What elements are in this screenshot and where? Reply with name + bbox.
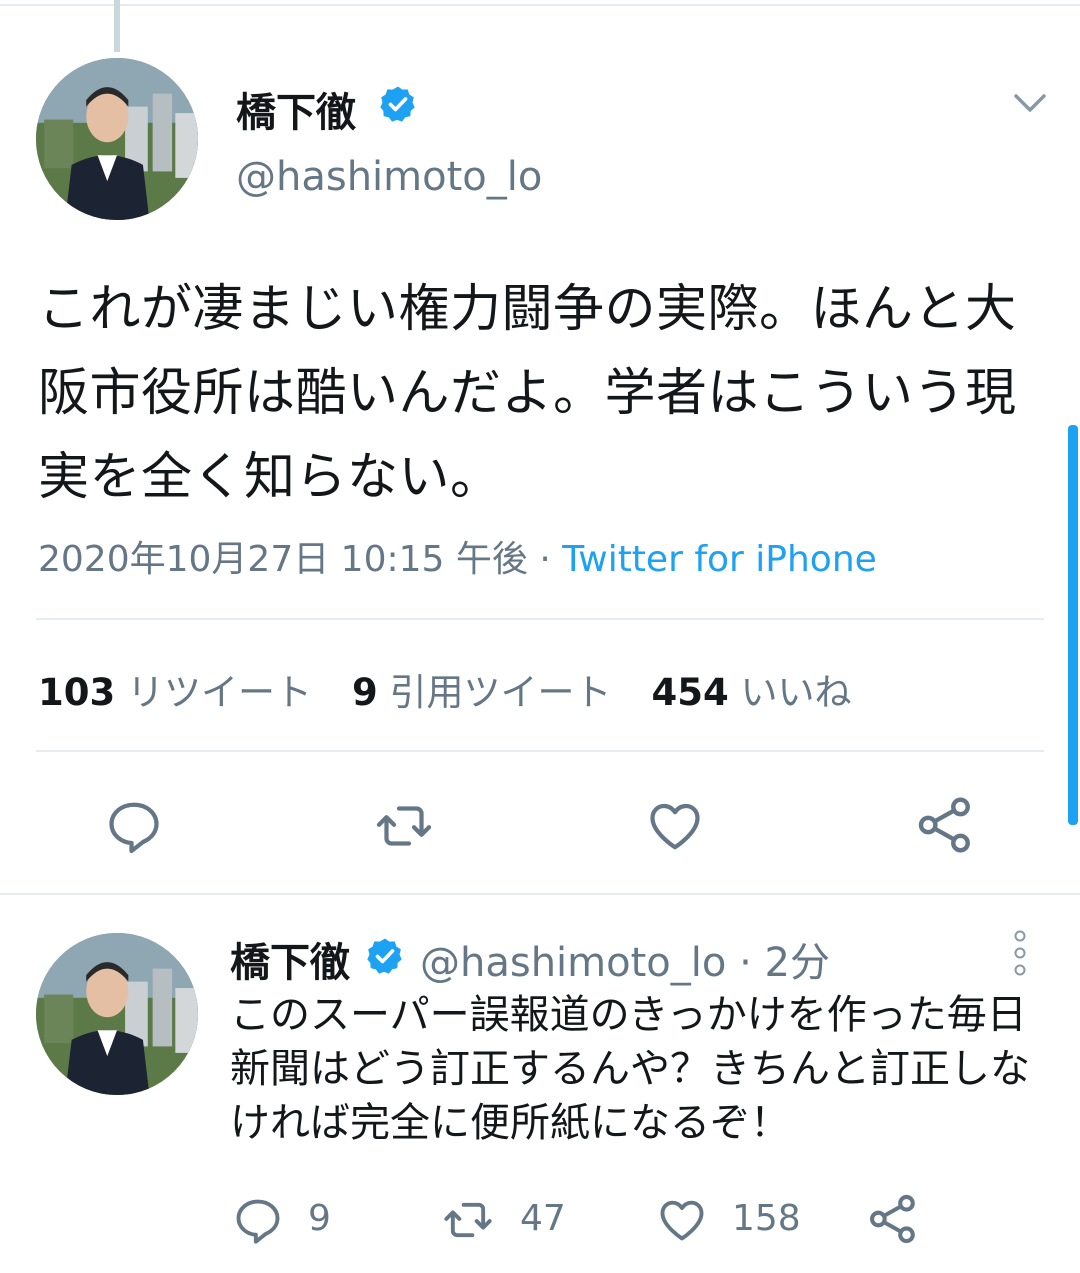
meta-separator: · <box>527 539 563 580</box>
avatar-photo <box>36 58 198 220</box>
user-handle-and-time[interactable]: @hashimoto_lo · 2分 <box>420 930 830 988</box>
retweets-count: 103 <box>38 671 116 714</box>
retweets-stat[interactable]: 103 リツイート <box>38 671 312 714</box>
heart-icon[interactable] <box>656 1194 708 1250</box>
heart-icon[interactable] <box>645 796 705 860</box>
avatar[interactable] <box>36 933 198 1095</box>
chevron-down-icon[interactable] <box>1010 88 1050 118</box>
reply-count: 9 <box>308 1198 331 1239</box>
retweet-icon[interactable] <box>440 1194 496 1250</box>
scrollbar[interactable] <box>1068 425 1078 825</box>
quotes-label: 引用ツイート <box>389 671 612 714</box>
user-handle[interactable]: @hashimoto_lo <box>236 154 542 200</box>
tweet-timestamp[interactable]: 2020年10月27日 10:15 午後 <box>38 539 528 580</box>
tweet-text: このスーパー誤報道のきっかけを作った毎日新聞はどう訂正するんや？きちんと訂正しな… <box>230 992 1030 1146</box>
thread-connector-line <box>114 0 120 52</box>
avatar-photo <box>36 933 198 1095</box>
reply-icon[interactable] <box>104 796 164 860</box>
likes-label: いいね <box>740 671 852 714</box>
verified-badge-icon <box>365 936 405 976</box>
tweet-detail-page: 橋下徹 @hashimoto_lo これが凄まじい権力闘争の実際。ほんと大阪市役… <box>0 0 1080 1273</box>
quotes-count: 9 <box>352 671 378 714</box>
tweet-text: これが凄まじい権力闘争の実際。ほんと大阪市役所は酷いんだよ。学者はこういう現実を… <box>38 280 1017 507</box>
divider <box>36 750 1044 752</box>
retweet-count: 47 <box>520 1198 566 1239</box>
display-name[interactable]: 橋下徹 <box>230 930 350 988</box>
retweets-label: リツイート <box>127 671 312 714</box>
likes-count: 454 <box>651 671 729 714</box>
likes-stat[interactable]: 454 いいね <box>652 671 852 714</box>
top-divider <box>0 4 1080 6</box>
share-icon[interactable] <box>866 1192 920 1250</box>
share-icon[interactable] <box>914 794 976 860</box>
quotes-stat[interactable]: 9 引用ツイート <box>352 671 612 714</box>
divider <box>36 618 1044 620</box>
display-name[interactable]: 橋下徹 <box>236 80 356 138</box>
tweet-source-link[interactable]: Twitter for iPhone <box>562 539 877 580</box>
more-vertical-icon[interactable] <box>1008 928 1032 978</box>
section-divider <box>0 893 1080 895</box>
verified-badge-icon <box>378 84 418 124</box>
avatar[interactable] <box>36 58 198 220</box>
reply-icon[interactable] <box>232 1194 284 1250</box>
like-count: 158 <box>732 1198 801 1239</box>
retweet-icon[interactable] <box>372 796 436 860</box>
tweet-meta: 2020年10月27日 10:15 午後 · Twitter for iPhon… <box>38 530 877 582</box>
tweet-stats: 103 リツイート 9 引用ツイート 454 いいね <box>38 662 852 716</box>
